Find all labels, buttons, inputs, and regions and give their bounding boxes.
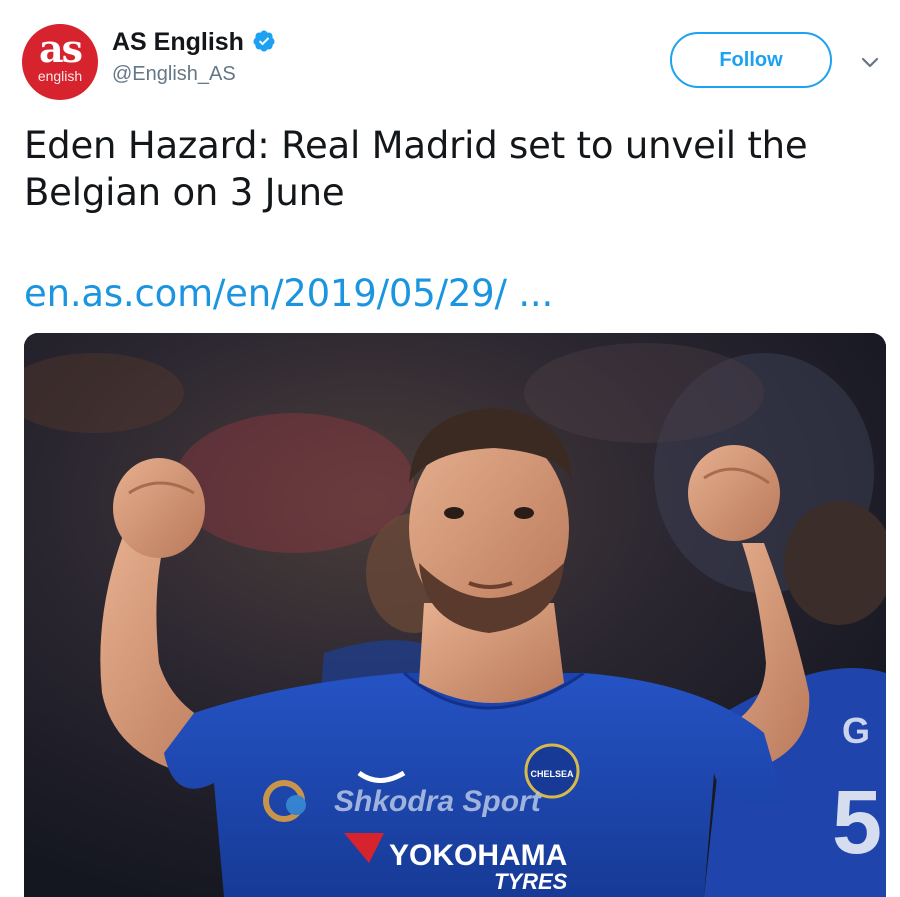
account-handle[interactable]: @English_AS bbox=[112, 63, 276, 86]
tweet-card: as english AS English @English_AS Follow… bbox=[0, 0, 900, 897]
tweet-link[interactable]: en.as.com/en/2019/05/29/ ... bbox=[24, 272, 553, 315]
sponsor-text: YOKOHAMA bbox=[389, 839, 567, 872]
tweet-photo[interactable]: 5 G CHELSEA YOKOHAMA TYRES Shkodra Sport bbox=[24, 333, 886, 897]
avatar[interactable]: as english bbox=[22, 24, 98, 100]
svg-text:5: 5 bbox=[832, 773, 882, 873]
chevron-down-icon[interactable] bbox=[858, 50, 882, 74]
display-name[interactable]: AS English bbox=[112, 28, 244, 57]
club-badge: CHELSEA bbox=[530, 769, 574, 779]
verified-badge-icon bbox=[253, 30, 275, 51]
tweet-text: Eden Hazard: Real Madrid set to unveil t… bbox=[24, 124, 808, 214]
avatar-logo-text: as bbox=[38, 26, 83, 71]
sponsor-subtext: TYRES bbox=[494, 869, 568, 894]
avatar-logo-subtext: english bbox=[37, 68, 83, 84]
watermark-text: Shkodra Sport bbox=[334, 785, 543, 818]
follow-button[interactable]: Follow bbox=[670, 32, 832, 88]
account-names: AS English @English_AS bbox=[112, 28, 276, 86]
svg-text:G: G bbox=[842, 710, 870, 751]
tweet-header: as english AS English @English_AS Follow bbox=[22, 24, 882, 104]
player-photo-illustration: 5 G CHELSEA YOKOHAMA TYRES Shkodra Sport bbox=[24, 333, 886, 897]
